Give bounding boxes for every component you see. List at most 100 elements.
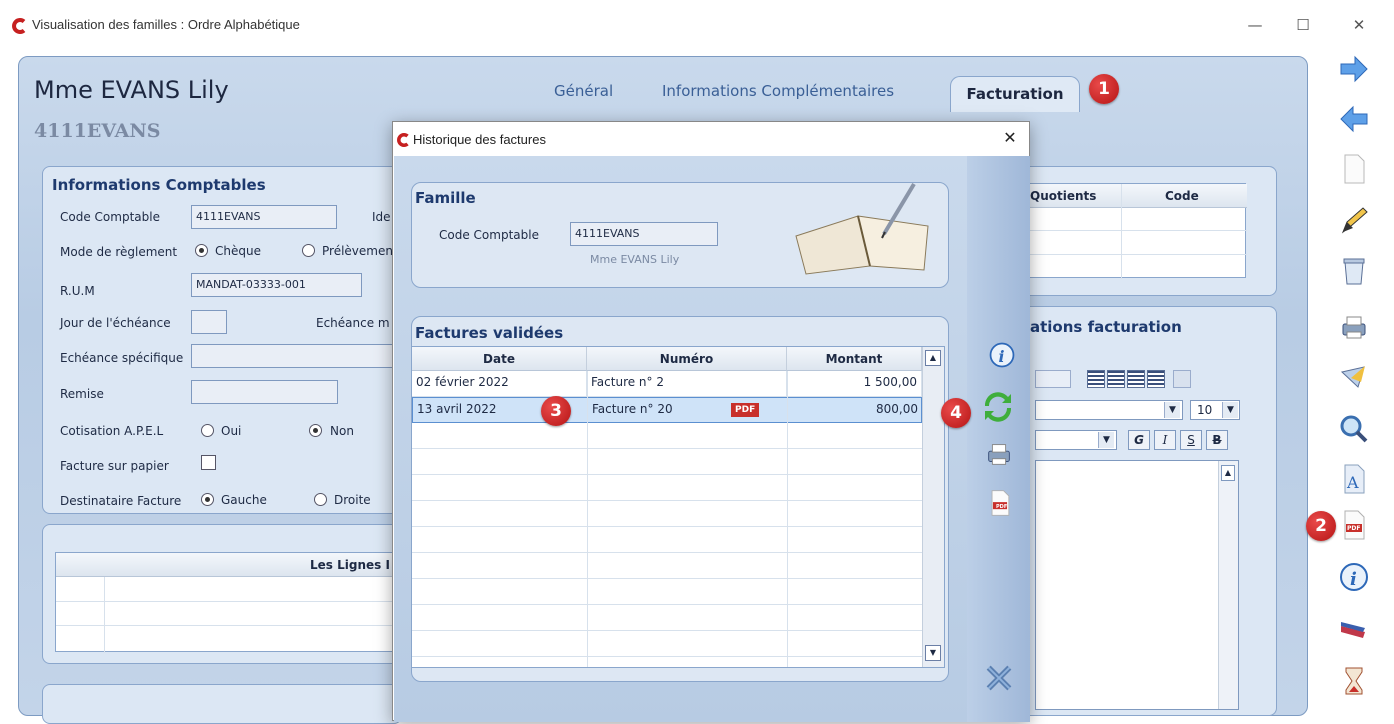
dialog-logo-icon [397,133,409,147]
invoice-date: 02 février 2022 [412,371,587,397]
word-document-icon[interactable]: A [1337,462,1371,496]
invoice-number: Facture n° 2 [587,371,787,397]
apel-label: Cotisation A.P.E.L [60,424,164,438]
chevron-down-icon[interactable]: ▼ [1164,402,1180,418]
search-magnifier-icon[interactable] [1337,412,1371,446]
scroll-up-icon[interactable]: ▲ [1221,465,1235,481]
font-size-value: 10 [1197,403,1213,417]
pdf-badge-icon[interactable]: PDF [731,403,760,417]
montant-column-header[interactable]: Montant [787,347,922,371]
facture-papier-checkbox[interactable] [201,455,216,470]
invoice-row[interactable]: 02 février 2022 Facture n° 2 1 500,00 [412,371,922,397]
font-size-select[interactable]: 10 ▼ [1190,400,1240,420]
echeance-specifique-field[interactable] [191,344,402,368]
remise-field[interactable] [191,380,338,404]
code-comptable-field[interactable]: 4111EVANS [191,205,337,229]
hourglass-icon[interactable] [1337,664,1371,698]
info-icon[interactable]: i [987,340,1017,370]
code-col-header: Code [1165,189,1199,203]
echeance-specifique-label: Echéance spécifique [60,351,184,365]
apel-non-radio[interactable] [309,424,322,437]
facture-papier-label: Facture sur papier [60,459,169,473]
close-x-icon[interactable] [983,662,1015,694]
scroll-down-icon[interactable]: ▼ [925,645,941,661]
new-document-icon[interactable] [1337,152,1371,186]
code-comptable-label: Code Comptable [60,210,160,224]
pdf-document-icon[interactable] [985,488,1015,518]
editor-scrollbar[interactable]: ▲ [1218,461,1238,709]
email-send-icon[interactable] [1337,360,1371,394]
window-title: Visualisation des familles : Ordre Alpha… [32,17,300,32]
open-book-icon [795,182,929,275]
jour-echeance-label: Jour de l'échéance [60,316,171,330]
app-logo-icon [12,18,26,34]
insert-image-icon[interactable] [1173,370,1191,388]
empty-row [412,605,922,631]
tab-informations-complementaires[interactable]: Informations Complémentaires [662,82,894,100]
empty-row [412,579,922,605]
invoice-history-dialog: Historique des factures ✕ Famille Code C… [392,121,1030,722]
lines-table-header: Les Lignes I [310,558,390,572]
dialog-close-button[interactable]: ✕ [997,126,1023,150]
justify-icon[interactable] [1147,370,1165,388]
invoice-row-selected[interactable]: 13 avril 2022 Facture n° 20 PDF 800,00 [412,397,923,424]
quotients-table: Quotients Code [1025,183,1247,279]
tab-general[interactable]: Général [554,82,613,100]
align-center-icon[interactable] [1107,370,1125,388]
billing-text-editor[interactable]: ▲ [1035,460,1239,710]
dest-gauche-label: Gauche [221,493,267,507]
dialog-code-field[interactable]: 4111EVANS [570,222,718,246]
dest-gauche-radio[interactable] [201,493,214,506]
paste-icon[interactable] [1035,370,1071,388]
family-name-title: Mme EVANS Lily [34,76,229,104]
jour-echeance-field[interactable] [191,310,227,334]
italic-button[interactable]: I [1154,430,1176,450]
info-icon[interactable]: i [1337,560,1371,594]
align-left-icon[interactable] [1087,370,1105,388]
bold-button[interactable]: G [1128,430,1150,450]
mode-prelevement-label: Prélèvemen [322,244,393,258]
dialog-title: Historique des factures [413,132,546,147]
refresh-icon[interactable] [981,390,1015,424]
tab-facturation[interactable]: Facturation [950,76,1080,112]
next-arrow-icon[interactable] [1337,52,1371,86]
empty-row [412,501,922,527]
chevron-down-icon[interactable]: ▼ [1098,432,1114,448]
maximize-button[interactable]: ☐ [1280,10,1326,40]
printer-icon[interactable] [983,438,1015,470]
mode-prelevement-radio[interactable] [302,244,315,257]
svg-text:i: i [1350,569,1357,590]
empty-row [412,423,922,449]
invoices-scrollbar[interactable]: ▲ ▼ [922,347,944,667]
step-badge-2: 2 [1306,511,1336,541]
rum-field[interactable]: MANDAT-03333-001 [191,273,362,297]
previous-arrow-icon[interactable] [1337,102,1371,136]
close-window-button[interactable]: ✕ [1336,10,1382,40]
empty-row [412,527,922,553]
account-code-subtitle: 4111EVANS [34,120,161,142]
mode-cheque-radio[interactable] [195,244,208,257]
apel-oui-radio[interactable] [201,424,214,437]
scroll-up-icon[interactable]: ▲ [925,350,941,366]
destinataire-label: Destinataire Facture [60,494,182,508]
strikethrough-button[interactable]: B [1206,430,1228,450]
chevron-down-icon[interactable]: ▼ [1222,402,1238,418]
style-select[interactable]: ▼ [1035,430,1117,450]
align-right-icon[interactable] [1127,370,1145,388]
dest-droite-radio[interactable] [314,493,327,506]
window-titlebar: Visualisation des familles : Ordre Alpha… [0,0,1394,48]
lines-table: Les Lignes I [55,552,403,653]
flag-icon[interactable] [1337,614,1371,648]
recycle-bin-icon[interactable] [1337,254,1371,288]
printer-icon[interactable] [1337,310,1371,344]
font-family-select[interactable]: ▼ [1035,400,1183,420]
echeance-m-label: Echéance m [316,316,390,330]
edit-pen-icon[interactable] [1337,204,1371,238]
invoice-amount: 800,00 [788,398,923,424]
underline-button[interactable]: S [1180,430,1202,450]
empty-row [412,449,922,475]
ide-label: Ide [372,210,391,224]
date-column-header[interactable]: Date [412,347,587,371]
minimize-button[interactable]: — [1232,10,1278,40]
numero-column-header[interactable]: Numéro [587,347,787,371]
